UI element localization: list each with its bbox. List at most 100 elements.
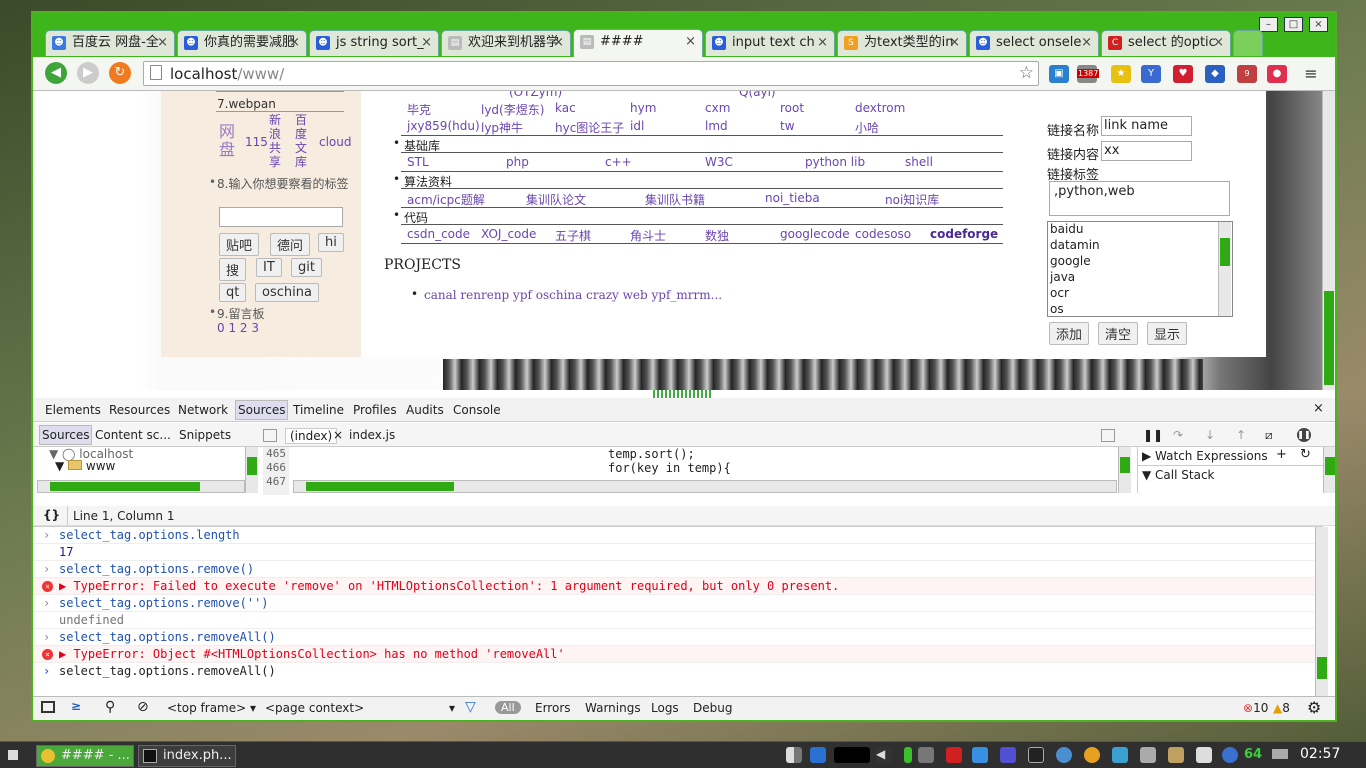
start-menu-icon[interactable] xyxy=(8,750,18,760)
link-person[interactable]: tw xyxy=(780,119,795,133)
tag-button-oschina[interactable]: oschina xyxy=(255,283,319,302)
input-method-icon[interactable] xyxy=(810,747,826,763)
link-person[interactable]: 小哈 xyxy=(855,119,879,136)
link-person[interactable]: lyd(李煜东) xyxy=(481,101,544,118)
select-scrollbar[interactable] xyxy=(1218,222,1231,316)
console-prompt[interactable]: › select_tag.options.removeAll() xyxy=(33,663,1323,680)
tree-item-www[interactable]: ▼ www xyxy=(55,459,115,473)
close-icon[interactable]: × xyxy=(421,31,432,55)
filter-warnings-button[interactable]: Warnings xyxy=(585,701,641,715)
navigator-scrollbar[interactable] xyxy=(245,447,258,493)
link-gomoku[interactable]: 五子棋 xyxy=(555,227,591,244)
reload-icon[interactable]: ↻ xyxy=(109,62,131,84)
terminal-icon[interactable] xyxy=(1028,747,1044,763)
chart-icon[interactable] xyxy=(1196,747,1212,763)
sidebar-scrollbar[interactable] xyxy=(1323,447,1335,493)
tag-button-dewen[interactable]: 德问 xyxy=(270,233,311,256)
filter-icon[interactable]: ▽ xyxy=(465,699,476,715)
tab-resources[interactable]: Resources xyxy=(109,403,170,417)
console-error-line[interactable]: × ▶ TypeError: Failed to execute 'remove'… xyxy=(33,578,1323,595)
link-person[interactable]: hyc图论王子 xyxy=(555,119,624,136)
monitor-icon[interactable] xyxy=(1140,747,1156,763)
add-watch-icon[interactable]: + xyxy=(1276,447,1287,462)
star-icon[interactable]: ☆ xyxy=(1019,63,1034,83)
link-tags-textarea[interactable]: ,python,web xyxy=(1049,181,1230,216)
network-icon[interactable] xyxy=(1222,747,1238,763)
signal-icon[interactable] xyxy=(786,747,802,763)
tab-console[interactable]: Console xyxy=(453,403,501,417)
screen-icon[interactable] xyxy=(918,747,934,763)
app-icon[interactable] xyxy=(1000,747,1016,763)
add-button[interactable]: 添加 xyxy=(1049,322,1090,345)
link-person[interactable]: idl xyxy=(630,119,644,133)
browser-tab-active[interactable]: ▤ #### × xyxy=(573,29,703,57)
toggle-debugger-icon[interactable] xyxy=(1101,429,1115,442)
star-ext-icon[interactable]: ★ xyxy=(1111,65,1131,83)
close-icon[interactable]: × xyxy=(817,31,828,55)
tab-elements[interactable]: Elements xyxy=(45,403,101,417)
link-noi-tieba[interactable]: noi_tieba xyxy=(765,191,820,205)
link-person[interactable]: lmd xyxy=(705,119,728,133)
browser-tab[interactable]: ☻ 百度云 网盘-全 × xyxy=(45,30,175,56)
select-option[interactable]: google xyxy=(1050,254,1091,268)
tab-profiles[interactable]: Profiles xyxy=(353,403,397,417)
nav-tab-sources[interactable]: Sources xyxy=(39,425,93,445)
app-icon[interactable] xyxy=(972,747,988,763)
link-gladiator[interactable]: 角斗士 xyxy=(630,227,666,244)
link-python-lib[interactable]: python lib xyxy=(805,155,865,169)
file-tab-index-js[interactable]: index.js xyxy=(349,428,395,442)
browser-tab[interactable]: S 为text类型的in × xyxy=(837,30,967,56)
link-person[interactable]: kac xyxy=(555,101,576,115)
close-file-tab-icon[interactable]: × xyxy=(333,428,343,442)
pause-on-exceptions-icon[interactable]: ❚❚ xyxy=(1297,428,1311,442)
link-person[interactable]: cxm xyxy=(705,101,730,115)
volume-icon[interactable]: ◀ xyxy=(876,747,892,763)
error-counter[interactable]: ⊗10 xyxy=(1243,701,1268,715)
link-sina-share[interactable]: 新浪共享 xyxy=(269,113,283,169)
page-scrollbar[interactable] xyxy=(1322,91,1335,390)
tag-search-input[interactable] xyxy=(219,207,343,227)
link-person[interactable]: root xyxy=(780,101,804,115)
maximize-button[interactable]: □ xyxy=(1284,17,1303,32)
close-window-button[interactable]: × xyxy=(1309,17,1328,32)
link-partial[interactable]: (OTZym) xyxy=(509,91,562,99)
editor-hscrollbar[interactable] xyxy=(293,480,1117,493)
close-icon[interactable]: × xyxy=(949,31,960,55)
link-cpp[interactable]: c++ xyxy=(605,155,632,169)
editor-scrollbar[interactable] xyxy=(1118,447,1131,493)
select-option[interactable]: os xyxy=(1050,302,1064,316)
close-icon[interactable]: × xyxy=(1081,31,1092,55)
tag-button-qt[interactable]: qt xyxy=(219,283,247,302)
address-bar[interactable]: localhost/www/ ☆ xyxy=(143,61,1039,86)
power-icon[interactable] xyxy=(946,747,962,763)
link-books[interactable]: 集训队书籍 xyxy=(645,191,705,208)
close-icon[interactable]: × xyxy=(685,30,696,54)
forward-icon[interactable]: ▶ xyxy=(77,62,99,84)
splitter-handle[interactable] xyxy=(653,390,713,398)
navigator-hscrollbar[interactable] xyxy=(37,480,245,493)
app-icon[interactable] xyxy=(1112,747,1128,763)
browser-tab[interactable]: Cselect 的optic × xyxy=(1101,30,1231,56)
context-select[interactable]: <page context> ▾ xyxy=(265,701,455,715)
tab-audits[interactable]: Audits xyxy=(406,403,444,417)
step-out-icon[interactable]: ↑ xyxy=(1236,428,1246,442)
browser-tab[interactable]: ☻ js string sort_ × xyxy=(309,30,439,56)
link-content-input[interactable]: xx xyxy=(1101,141,1192,161)
taskbar-item-chrome[interactable]: #### - ... xyxy=(36,745,134,767)
link-php[interactable]: php xyxy=(506,155,529,169)
link-baidu-wenku[interactable]: 百度文库 xyxy=(295,113,309,169)
link-googlecode[interactable]: googlecode xyxy=(780,227,850,241)
tag-select-list[interactable]: baidu datamin google java ocr os xyxy=(1047,221,1233,317)
close-icon[interactable]: × xyxy=(553,31,564,55)
back-icon[interactable]: ◀ xyxy=(45,62,67,84)
browser-tab[interactable]: ▤ 欢迎来到机器学 × xyxy=(441,30,571,56)
tag-button-tieba[interactable]: 贴吧 xyxy=(219,233,260,256)
guestbook-pagination[interactable]: 0 1 2 3 xyxy=(217,321,259,335)
app-icon[interactable] xyxy=(1056,747,1072,763)
tab-network[interactable]: Network xyxy=(178,403,228,417)
code-content[interactable]: temp.sort(); for(key in temp){ xyxy=(608,447,731,475)
close-icon[interactable]: × xyxy=(289,31,300,55)
link-sudoku[interactable]: 数独 xyxy=(705,227,729,244)
filter-debug-button[interactable]: Debug xyxy=(693,701,732,715)
select-option[interactable]: baidu xyxy=(1050,222,1084,236)
